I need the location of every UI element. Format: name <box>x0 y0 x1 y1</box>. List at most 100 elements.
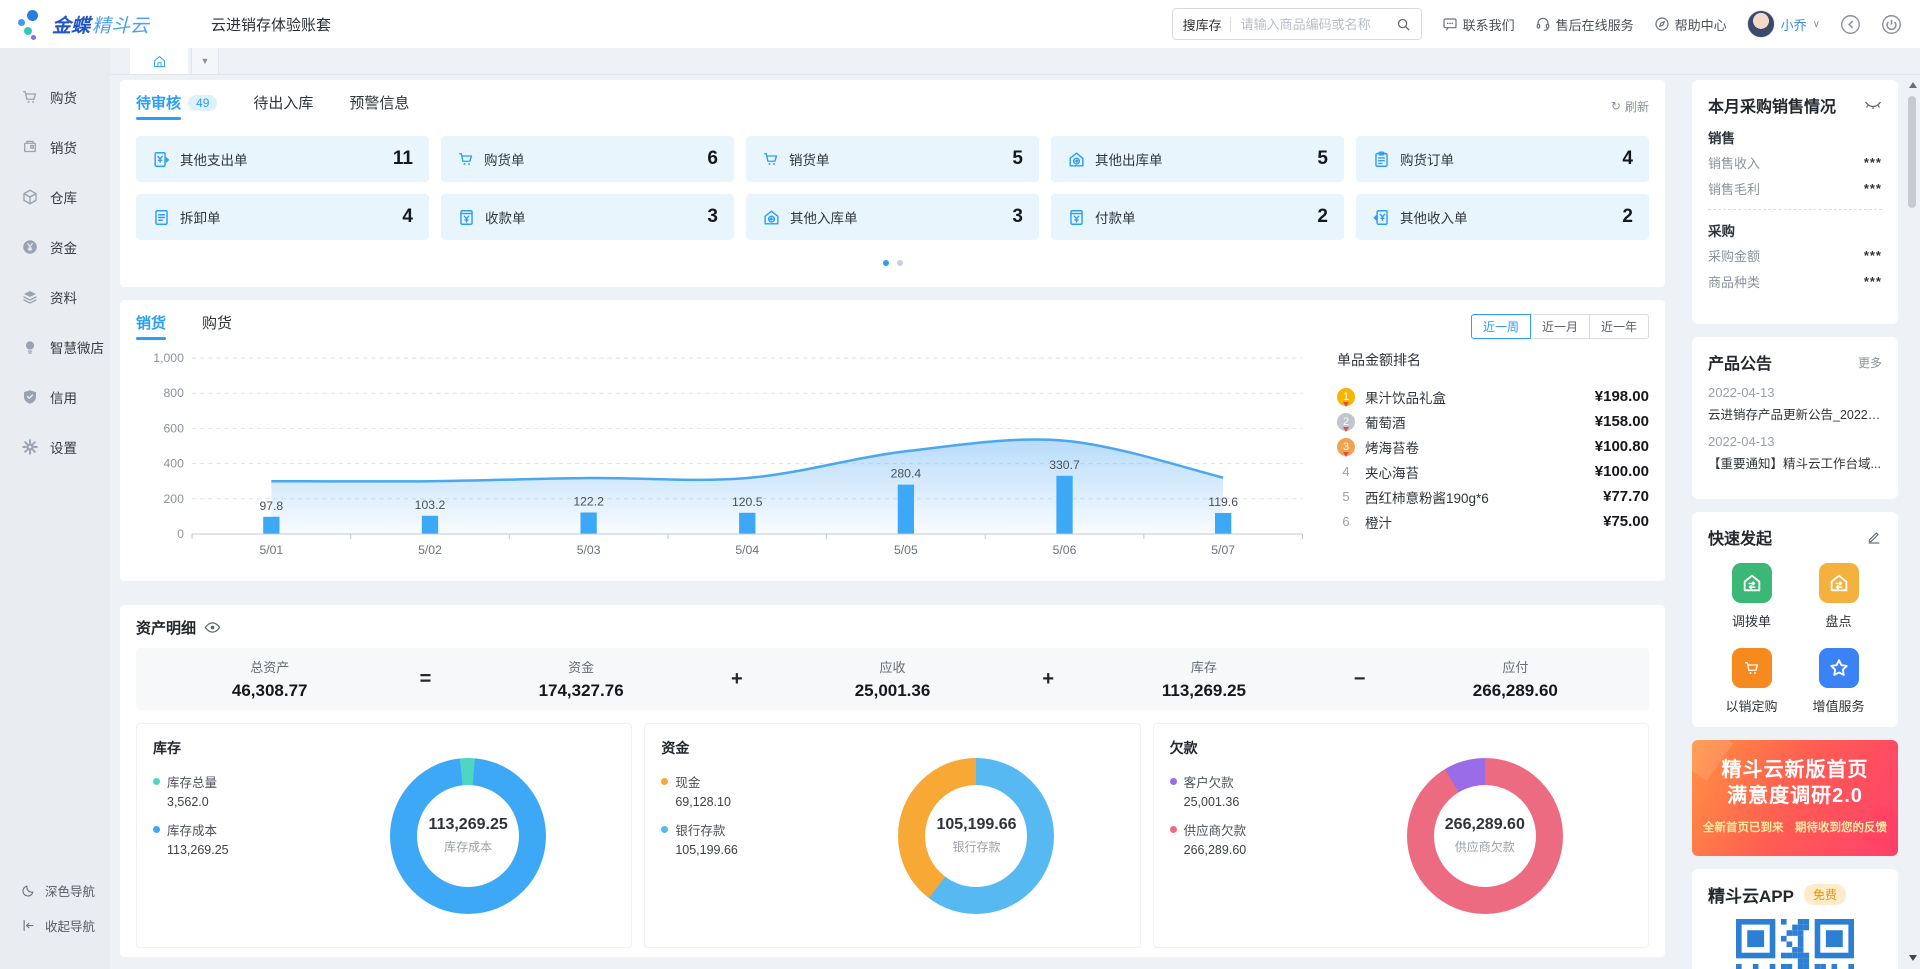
search-input[interactable] <box>1239 16 1396 33</box>
quick-action-sell-to-buy[interactable]: 以销定购 <box>1708 648 1795 715</box>
power-icon[interactable] <box>1881 14 1902 35</box>
svg-text:1,000: 1,000 <box>153 351 184 365</box>
formula-item: 总资产46,308.77 <box>136 657 403 701</box>
pending-item-label: 购货订单 <box>1400 149 1454 169</box>
search-category-select[interactable]: 搜库存 <box>1183 15 1222 34</box>
ranking-row[interactable]: 2葡萄酒¥158.00 <box>1337 409 1649 434</box>
sidebar-item-purchase[interactable]: 购货 <box>0 72 110 122</box>
quick-action-vas[interactable]: 增值服务 <box>1795 648 1882 715</box>
sidebar-item-funds[interactable]: 资金 <box>0 222 110 272</box>
page-dot[interactable] <box>897 260 903 266</box>
sales-section-header: 销售 <box>1708 127 1882 147</box>
header-link-contact[interactable]: 联系我们 <box>1442 15 1515 34</box>
pending-item-count: 2 <box>1622 206 1633 228</box>
svg-text:120.5: 120.5 <box>732 495 763 509</box>
svg-text:5/02: 5/02 <box>418 543 442 557</box>
doc-icon <box>152 208 171 227</box>
pending-item-count: 6 <box>707 148 718 170</box>
sidebar-item-credit[interactable]: 信用 <box>0 372 110 422</box>
pending-item-count: 5 <box>1012 148 1023 170</box>
more-link[interactable]: 更多 <box>1858 354 1882 371</box>
ranking-row[interactable]: 4夹心海苔¥100.00 <box>1337 459 1649 484</box>
tab-alerts[interactable]: 预警信息 <box>349 92 409 120</box>
sidebar-item-warehouse[interactable]: 仓库 <box>0 172 110 222</box>
announcement-link[interactable]: 云进销存产品更新公告_20220... <box>1708 404 1882 423</box>
header-link-after-sales[interactable]: 售后在线服务 <box>1535 15 1634 34</box>
header-link-help[interactable]: 帮助中心 <box>1654 15 1727 34</box>
pending-item-其他支出单[interactable]: 其他支出单11 <box>136 136 429 182</box>
svg-text:5/06: 5/06 <box>1053 543 1077 557</box>
legend-item: 银行存款 <box>661 820 829 839</box>
pending-item-拆卸单[interactable]: 拆卸单4 <box>136 194 429 240</box>
right-column: 本月采购销售情况 销售 销售收入***销售毛利*** 采购 采购金额***商品种… <box>1692 80 1898 969</box>
sidebar-dark-nav[interactable]: 深色导航 <box>21 881 95 900</box>
scroll-down-arrow[interactable] <box>1909 955 1917 961</box>
pending-grid: 其他支出单11 购货单6 销货单5 其他出库单5 购货订单4 拆卸单4 收款单3 其他入库单3… <box>136 136 1649 240</box>
inventory-searchbox[interactable]: 搜库存 <box>1172 8 1422 40</box>
tab-trade-purchase[interactable]: 购货 <box>202 312 232 340</box>
ranking-row[interactable]: 5西红柿意粉酱190g*6¥77.70 <box>1337 484 1649 509</box>
asset-panel-title: 库存 <box>153 738 321 758</box>
sidebar-item-store[interactable]: 智慧微店 <box>0 322 110 372</box>
ranking-item-name: 夹心海苔 <box>1365 462 1595 482</box>
pencil-icon[interactable] <box>1866 529 1882 545</box>
quick-action-transfer[interactable]: 调拨单 <box>1708 563 1795 630</box>
sidebar-item-label: 仓库 <box>50 187 77 207</box>
tab-list-dropdown[interactable]: ▼ <box>191 48 219 74</box>
tab-to-audit[interactable]: 待审核49 <box>136 92 217 120</box>
brand-logo[interactable]: 金蝶精斗云 <box>18 9 149 39</box>
stat-value: *** <box>1864 181 1882 196</box>
tab-trade-sales[interactable]: 销货 <box>136 312 166 340</box>
filter-近一年[interactable]: 近一年 <box>1589 314 1649 339</box>
formula-label: 资金 <box>447 657 714 676</box>
pending-item-付款单[interactable]: 付款单2 <box>1051 194 1344 240</box>
yuan-circle-icon <box>21 238 39 256</box>
formula-operator: + <box>1026 668 1070 691</box>
pending-item-购货订单[interactable]: 购货订单4 <box>1356 136 1649 182</box>
ranking-item-price: ¥100.80 <box>1595 438 1649 455</box>
sidebar-item-settings[interactable]: 设置 <box>0 422 110 472</box>
search-icon[interactable] <box>1396 17 1411 32</box>
stat-label: 销售毛利 <box>1708 179 1760 198</box>
ranking-row[interactable]: 6橙汁¥75.00 <box>1337 509 1649 534</box>
chat-icon <box>1442 16 1458 32</box>
sidebar-collapse-nav[interactable]: 收起导航 <box>21 916 95 935</box>
quick-action-stocktake[interactable]: 盘点 <box>1795 563 1882 630</box>
pending-item-销货单[interactable]: 销货单5 <box>746 136 1039 182</box>
scroll-thumb[interactable] <box>1908 96 1916 208</box>
eye-closed-icon[interactable] <box>1864 98 1882 112</box>
pending-item-购货单[interactable]: 购货单6 <box>441 136 734 182</box>
filter-近一周[interactable]: 近一周 <box>1471 314 1531 339</box>
stat-row: 商品种类*** <box>1708 268 1882 294</box>
stat-row: 采购金额*** <box>1708 242 1882 268</box>
scrollbar[interactable] <box>1906 76 1919 967</box>
pending-item-count: 3 <box>707 206 718 228</box>
user-menu[interactable]: 小乔 ∨ <box>1747 10 1820 38</box>
sales-chart: 02004006008001,000 97.8103.2122.2120.528… <box>136 342 1331 574</box>
pending-item-收款单[interactable]: 收款单3 <box>441 194 734 240</box>
announcements-title: 产品公告 <box>1708 350 1772 374</box>
pending-item-其他入库单[interactable]: 其他入库单3 <box>746 194 1039 240</box>
sidebar-item-sales[interactable]: 销货 <box>0 122 110 172</box>
refresh-button[interactable]: ↻ 刷新 <box>1611 98 1649 115</box>
ranking-item-price: ¥198.00 <box>1595 388 1649 405</box>
page-dot[interactable] <box>883 260 889 266</box>
scroll-up-arrow[interactable] <box>1909 82 1917 88</box>
pending-item-count: 2 <box>1317 206 1328 228</box>
stat-row: 销售毛利 *** <box>1708 175 1882 201</box>
legend-value: 113,269.25 <box>167 843 321 857</box>
pending-card: 待审核49 待出入库 预警信息 ↻ 刷新 其他支出单11 购货单6 销货单5 其他出库单5… <box>120 80 1665 287</box>
ranking-row[interactable]: 1果汁饮品礼盒¥198.00 <box>1337 384 1649 409</box>
pending-item-其他收入单[interactable]: 其他收入单2 <box>1356 194 1649 240</box>
tab-to-stock[interactable]: 待出入库 <box>253 92 313 120</box>
house-transfer-icon <box>1732 563 1772 603</box>
eye-icon[interactable] <box>204 619 221 636</box>
sidebar-item-data[interactable]: 资料 <box>0 272 110 322</box>
filter-近一月[interactable]: 近一月 <box>1530 314 1590 339</box>
ranking-row[interactable]: 3烤海苔卷¥100.80 <box>1337 434 1649 459</box>
survey-banner[interactable]: 精斗云新版首页 满意度调研2.0 全新首页已到来 期待收到您的反馈 <box>1692 740 1898 856</box>
back-icon[interactable] <box>1840 14 1861 35</box>
pending-item-其他出库单[interactable]: 其他出库单5 <box>1051 136 1344 182</box>
announcement-link[interactable]: 【重要通知】精斗云工作台域... <box>1708 453 1882 472</box>
tab-home[interactable] <box>130 48 188 74</box>
